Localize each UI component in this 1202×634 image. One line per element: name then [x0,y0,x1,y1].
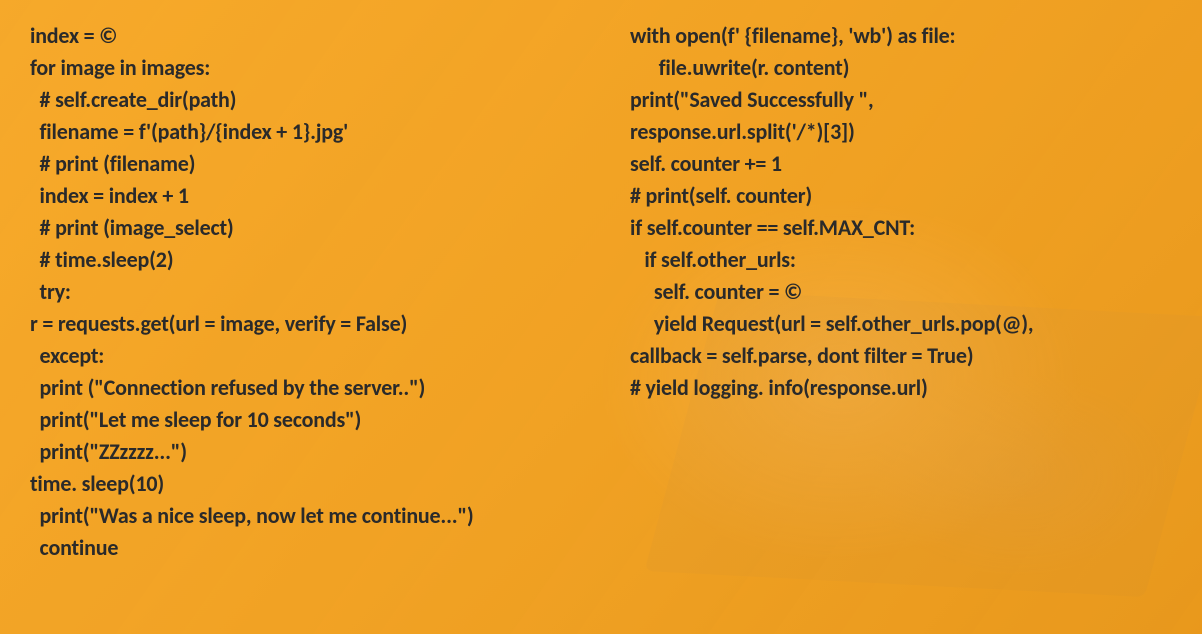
code-line: index = © [30,20,550,52]
code-line: continue [30,532,550,564]
code-line: yield Request(url = self.other_urls.pop(… [630,308,1170,340]
code-line: with open(f' {filename}, 'wb') as file: [630,20,1170,52]
code-line: print ("Connection refused by the server… [30,372,550,404]
code-line: self. counter += 1 [630,148,1170,180]
code-line: file.uwrite(r. content) [630,52,1170,84]
code-line: # print(self. counter) [630,180,1170,212]
code-line: self. counter = © [630,276,1170,308]
code-line: if self.counter == self.MAX_CNT: [630,212,1170,244]
code-line: # self.create_dir(path) [30,84,550,116]
code-line: filename = f'(path}/{index + 1}.jpg' [30,116,550,148]
code-line: # time.sleep(2) [30,244,550,276]
code-line: time. sleep(10) [30,468,550,500]
code-line: # print (image_select) [30,212,550,244]
code-line: if self.other_urls: [630,244,1170,276]
code-line: print("ZZzzzz...") [30,436,550,468]
code-line: print("Let me sleep for 10 seconds") [30,404,550,436]
code-line: # yield logging. info(response.url) [630,372,1170,404]
code-line: response.url.split('/*)[3]) [630,116,1170,148]
code-content: index = © for image in images: # self.cr… [0,0,1202,584]
code-line: index = index + 1 [30,180,550,212]
code-line: r = requests.get(url = image, verify = F… [30,308,550,340]
code-line: # print (filename) [30,148,550,180]
left-code-column: index = © for image in images: # self.cr… [30,20,550,564]
right-code-column: with open(f' {filename}, 'wb') as file: … [630,20,1170,564]
code-line: callback = self.parse, dont filter = Tru… [630,340,1170,372]
code-line: try: [30,276,550,308]
code-line: print("Saved Successfully ", [630,84,1170,116]
code-line: print("Was a nice sleep, now let me cont… [30,500,550,532]
code-line: for image in images: [30,52,550,84]
code-line: except: [30,340,550,372]
